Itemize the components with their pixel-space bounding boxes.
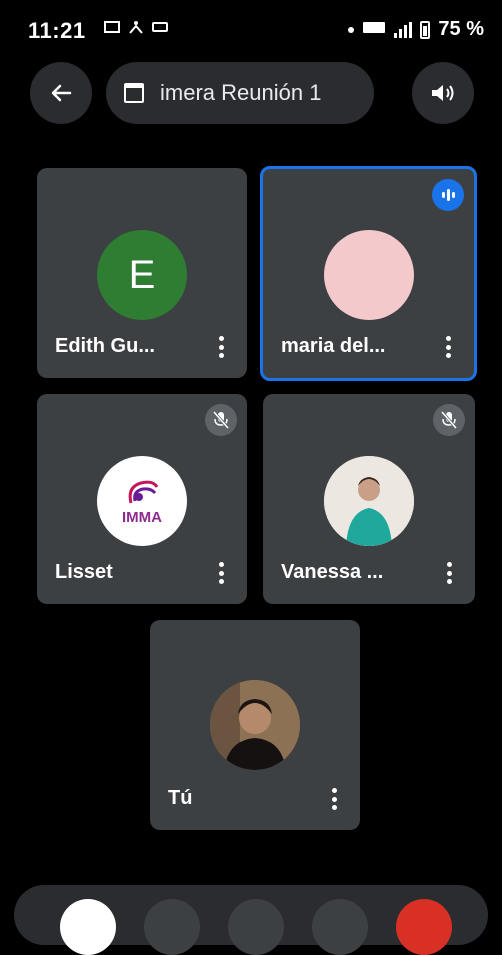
avatar: IMMA bbox=[97, 456, 187, 546]
reactions-button[interactable] bbox=[228, 899, 284, 955]
participant-name: maria del... bbox=[281, 335, 386, 357]
message-icon bbox=[152, 20, 168, 34]
more-options-icon[interactable] bbox=[332, 788, 338, 810]
imma-logo-icon bbox=[125, 477, 159, 507]
participant-tile[interactable]: E Edith Gu... bbox=[37, 168, 247, 378]
participant-tile[interactable]: Vanessa ... bbox=[263, 394, 475, 604]
more-options-icon[interactable] bbox=[219, 336, 225, 358]
avatar bbox=[324, 456, 414, 546]
network-icon bbox=[362, 18, 386, 41]
meeting-title: imera Reunión 1 bbox=[160, 80, 322, 105]
participant-name: Vanessa ... bbox=[281, 561, 384, 583]
call-controls-bar bbox=[14, 885, 488, 955]
arrow-back-icon bbox=[51, 84, 72, 102]
status-bar: 11:21 75 % bbox=[0, 0, 502, 60]
audio-output-button[interactable] bbox=[412, 62, 474, 124]
more-options-icon[interactable] bbox=[446, 336, 452, 358]
participant-name: Lisset bbox=[55, 561, 113, 583]
meeting-title-chip[interactable]: imera Reunión 1 bbox=[106, 62, 374, 124]
more-options-icon[interactable] bbox=[447, 562, 453, 584]
accessibility-icon bbox=[128, 20, 143, 34]
avatar-logo-text: IMMA bbox=[122, 508, 162, 526]
camera-toggle-button[interactable] bbox=[60, 899, 116, 955]
mic-off-icon bbox=[205, 404, 237, 436]
calendar-icon bbox=[124, 83, 144, 103]
battery-icon bbox=[420, 20, 431, 39]
more-options-icon[interactable] bbox=[219, 562, 225, 584]
dot-icon bbox=[348, 26, 355, 33]
participant-tile[interactable]: IMMA Lisset bbox=[37, 394, 247, 604]
participant-name: Tú bbox=[168, 787, 193, 809]
speaking-indicator-icon bbox=[432, 179, 464, 211]
system-indicators: 75 % bbox=[348, 18, 484, 41]
meeting-top-bar: imera Reunión 1 bbox=[0, 62, 502, 124]
signal-icon bbox=[394, 21, 413, 38]
mic-toggle-button[interactable] bbox=[144, 899, 200, 955]
battery-percentage: 75 % bbox=[438, 18, 484, 40]
cast-icon bbox=[104, 20, 120, 34]
participant-name: Edith Gu... bbox=[55, 335, 155, 357]
volume-up-icon bbox=[432, 85, 454, 101]
end-call-button[interactable] bbox=[396, 899, 452, 955]
participant-tile-active[interactable]: maria del... bbox=[260, 166, 477, 381]
status-time: 11:21 bbox=[28, 18, 86, 43]
more-actions-button[interactable] bbox=[312, 899, 368, 955]
notification-icons bbox=[104, 20, 168, 34]
back-button[interactable] bbox=[30, 62, 92, 124]
avatar bbox=[323, 230, 414, 320]
avatar bbox=[210, 680, 300, 770]
mic-off-icon bbox=[433, 404, 465, 436]
self-view-tile[interactable]: Tú bbox=[150, 620, 360, 830]
avatar: E bbox=[97, 230, 187, 320]
